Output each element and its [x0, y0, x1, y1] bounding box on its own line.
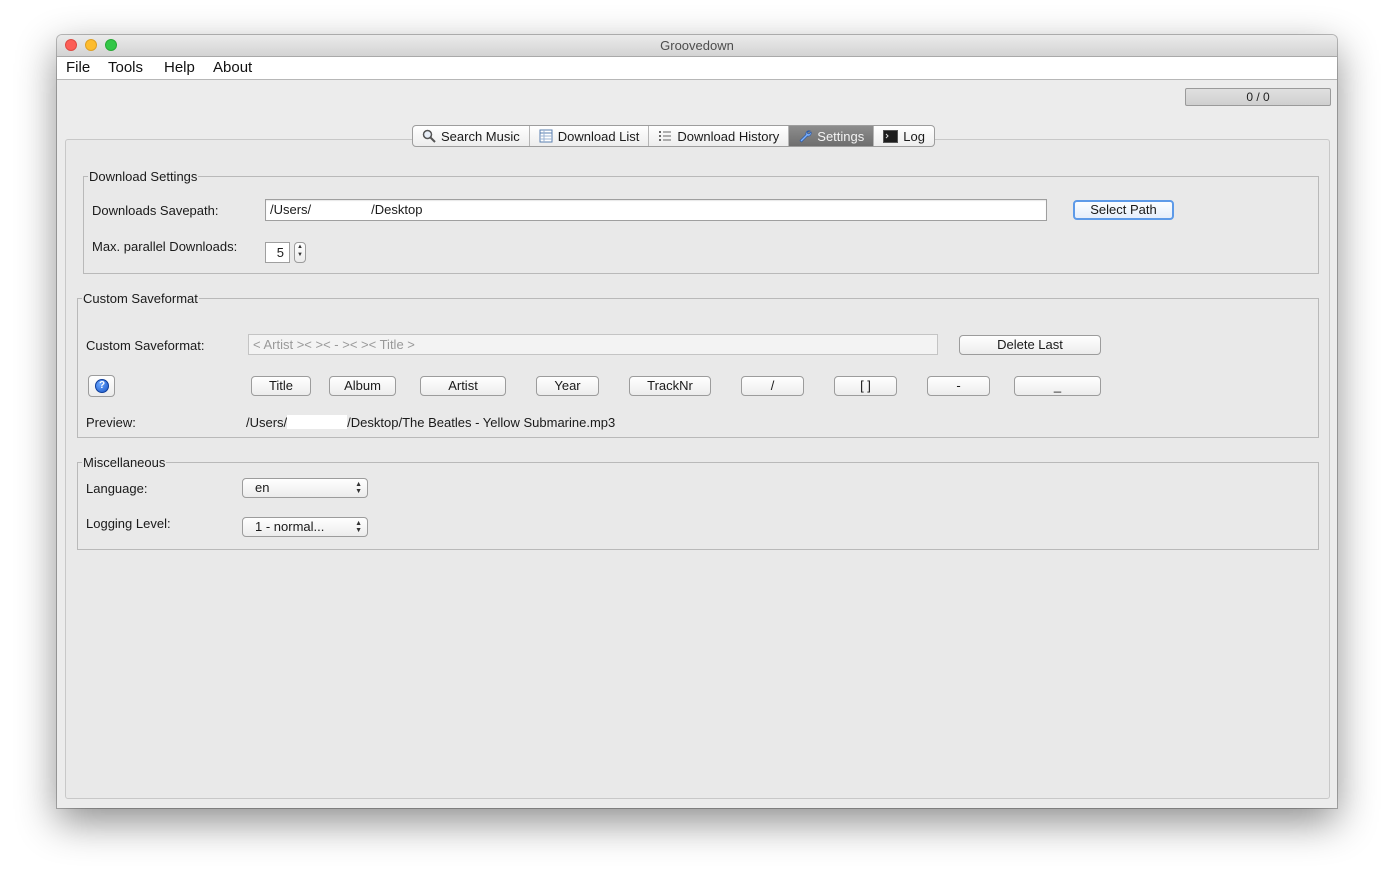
language-select[interactable]: en ▲ ▼	[242, 478, 368, 498]
title-bar[interactable]: Groovedown	[57, 35, 1337, 57]
updown-arrows-icon: ▲ ▼	[355, 481, 362, 495]
tab-search-music[interactable]: Search Music	[413, 126, 530, 146]
download-counter: 0 / 0	[1185, 88, 1331, 106]
list-icon	[659, 131, 672, 141]
menu-file[interactable]: File	[66, 59, 90, 76]
custom-saveformat-label: Custom Saveformat:	[86, 338, 205, 353]
logging-level-select[interactable]: 1 - normal... ▲ ▼	[242, 517, 368, 537]
app-window: Groovedown File Tools Help About 0 / 0 D…	[57, 35, 1337, 808]
token-artist-button[interactable]: Artist	[420, 376, 506, 396]
tab-settings[interactable]: Settings	[789, 126, 875, 146]
help-button[interactable]: ?	[88, 375, 115, 397]
tab-label: Settings	[817, 128, 865, 144]
savepath-suffix: /Desktop	[371, 202, 423, 217]
parallel-downloads-label: Max. parallel Downloads:	[92, 239, 238, 254]
tab-label: Download History	[677, 128, 780, 144]
menu-about[interactable]: About	[213, 59, 252, 76]
settings-panel: Download Settings Downloads Savepath: /U…	[65, 139, 1330, 799]
tab-download-history[interactable]: Download History	[649, 126, 790, 146]
token-brackets-button[interactable]: [ ]	[834, 376, 897, 396]
redacted-username	[287, 415, 348, 429]
preview-suffix: /Desktop/The Beatles - Yellow Submarine.…	[347, 415, 616, 430]
preview-value: /Users/ /Desktop/The Beatles - Yellow Sub…	[246, 415, 615, 430]
savepath-input[interactable]: /Users/ /Desktop	[265, 199, 1047, 221]
menu-bar: File Tools Help About	[57, 57, 1337, 80]
token-title-button[interactable]: Title	[251, 376, 311, 396]
tab-label: Search Music	[441, 128, 520, 144]
token-underscore-button[interactable]: _	[1014, 376, 1101, 396]
preview-label: Preview:	[86, 415, 136, 430]
tab-label: Log	[903, 128, 925, 144]
savepath-label: Downloads Savepath:	[92, 203, 219, 218]
wrench-icon	[799, 130, 812, 143]
token-album-button[interactable]: Album	[329, 376, 396, 396]
custom-saveformat-input[interactable]: < Artist >< >< - >< >< Title >	[248, 334, 938, 355]
select-path-button[interactable]: Select Path	[1073, 200, 1174, 220]
token-tracknr-button[interactable]: TrackNr	[629, 376, 711, 396]
savepath-prefix: /Users/	[270, 202, 312, 217]
terminal-icon	[883, 129, 899, 143]
magnifier-icon	[422, 129, 436, 143]
window-title: Groovedown	[660, 38, 734, 53]
menu-help[interactable]: Help	[164, 59, 195, 76]
custom-saveformat-legend: Custom Saveformat	[82, 291, 199, 306]
miscellaneous-legend: Miscellaneous	[82, 455, 167, 470]
logging-level-label: Logging Level:	[86, 516, 171, 531]
parallel-downloads-stepper[interactable]: ▲ ▼	[294, 242, 306, 263]
delete-last-button[interactable]: Delete Last	[959, 335, 1101, 355]
menu-tools[interactable]: Tools	[108, 59, 143, 76]
table-icon	[539, 129, 553, 143]
language-label: Language:	[86, 481, 148, 496]
parallel-downloads-input[interactable]: 5	[265, 242, 290, 263]
download-settings-legend: Download Settings	[88, 169, 199, 184]
updown-arrows-icon: ▲ ▼	[355, 520, 362, 534]
logging-level-value: 1 - normal...	[255, 519, 325, 534]
preview-prefix: /Users/	[246, 415, 288, 430]
tab-download-list[interactable]: Download List	[530, 126, 650, 146]
token-slash-button[interactable]: /	[741, 376, 804, 396]
language-value: en	[255, 480, 270, 495]
token-year-button[interactable]: Year	[536, 376, 599, 396]
tab-log[interactable]: Log	[874, 126, 934, 146]
token-dash-button[interactable]: -	[927, 376, 990, 396]
tab-bar: Search Music Download List Download Hist…	[412, 125, 935, 147]
help-icon: ?	[95, 379, 109, 393]
tab-label: Download List	[557, 128, 640, 144]
